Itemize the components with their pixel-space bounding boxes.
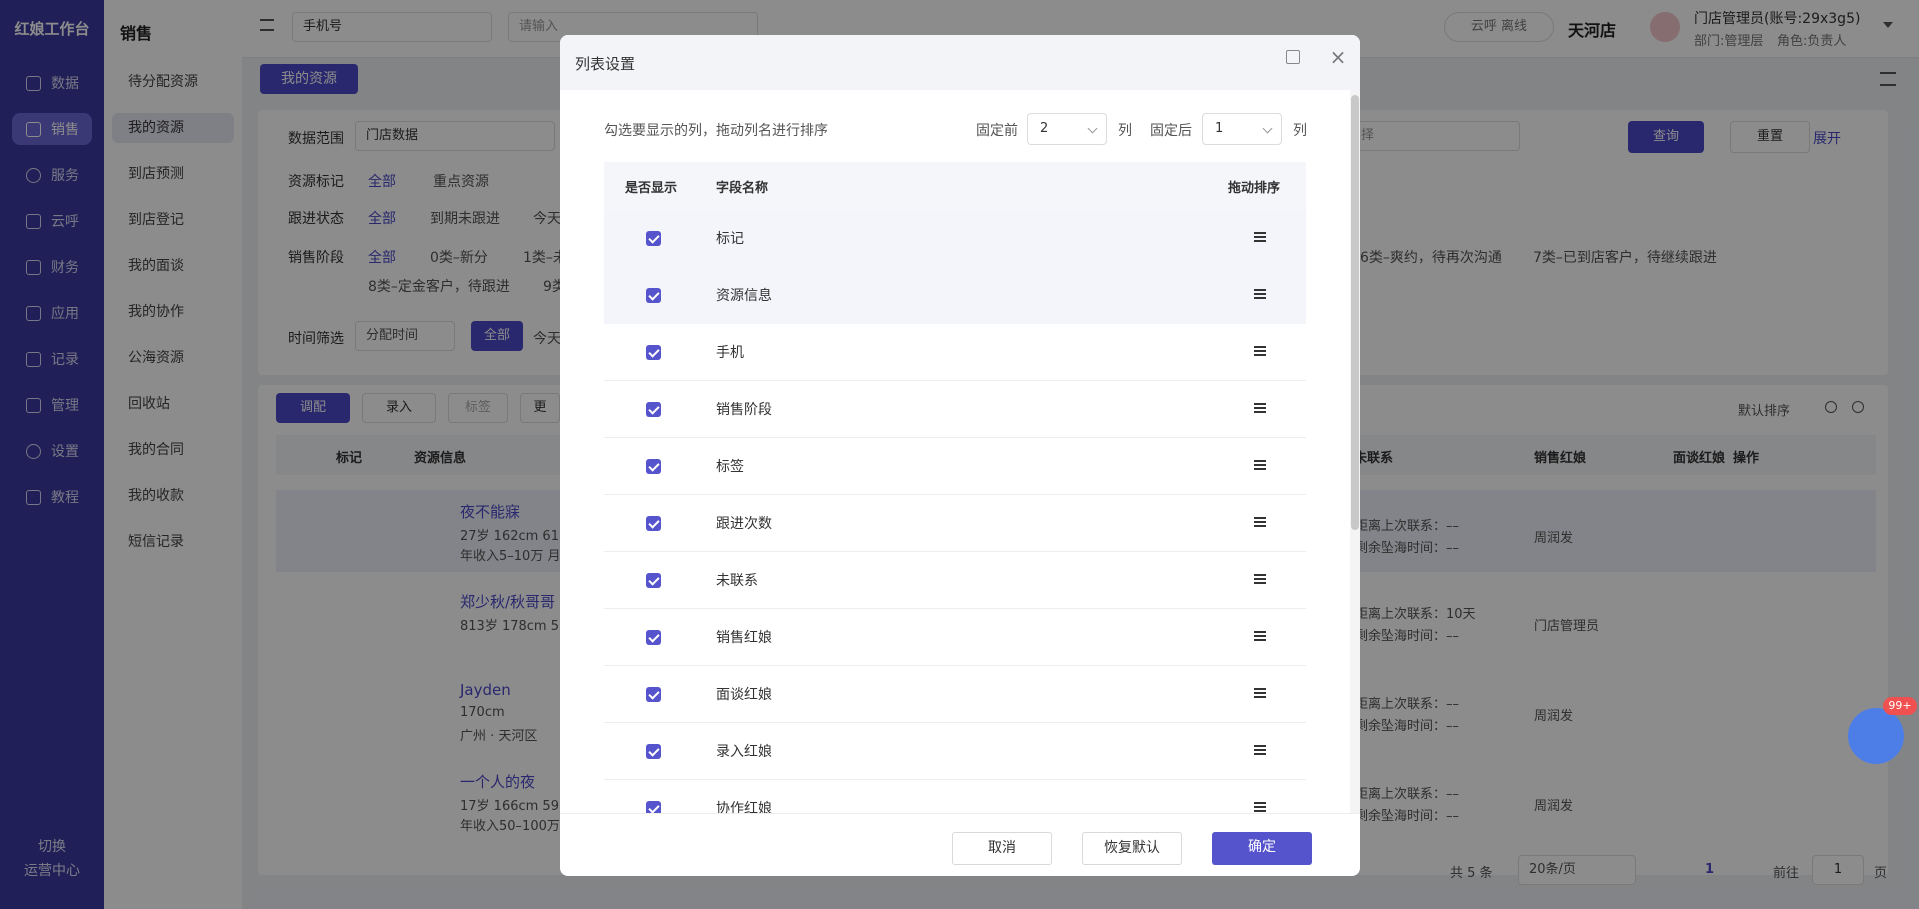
field-row[interactable]: 手机 [604, 324, 1306, 381]
field-name: 标记 [716, 231, 744, 247]
field-row[interactable]: 面谈红娘 [604, 666, 1306, 723]
confirm-button[interactable]: 确定 [1212, 832, 1312, 865]
field-row[interactable]: 跟进次数 [604, 495, 1306, 552]
fix-before-label: 固定前 [976, 123, 1018, 139]
restore-default-button[interactable]: 恢复默认 [1082, 832, 1182, 865]
th-show: 是否显示 [625, 181, 678, 196]
drag-handle-icon[interactable] [1254, 631, 1266, 641]
drag-handle-icon[interactable] [1254, 289, 1266, 299]
drag-handle-icon[interactable] [1254, 346, 1266, 356]
scrollbar-thumb[interactable] [1351, 95, 1359, 530]
show-checkbox[interactable] [646, 402, 661, 417]
notification-badge: 99+ [1883, 697, 1917, 715]
drag-handle-icon[interactable] [1254, 460, 1266, 470]
drag-handle-icon[interactable] [1254, 403, 1266, 413]
show-checkbox[interactable] [646, 231, 661, 246]
chevron-down-icon [1087, 123, 1098, 134]
field-name: 标签 [716, 459, 744, 475]
close-icon[interactable]: × [1328, 47, 1348, 67]
fix-before-select[interactable]: 2 [1027, 113, 1107, 145]
field-row[interactable]: 未联系 [604, 552, 1306, 609]
settings-table-header: 是否显示 字段名称 拖动排序 [604, 162, 1306, 210]
field-name: 录入红娘 [716, 744, 772, 760]
col-unit-label: 列 [1293, 123, 1307, 139]
drag-handle-icon[interactable] [1254, 745, 1266, 755]
th-drag: 拖动排序 [1228, 181, 1281, 196]
chevron-down-icon [1262, 123, 1273, 134]
chat-bot-icon[interactable] [1848, 708, 1904, 764]
fix-before-value: 2 [1040, 121, 1049, 136]
drag-handle-icon[interactable] [1254, 517, 1266, 527]
field-name: 销售红娘 [716, 630, 772, 646]
drag-handle-icon[interactable] [1254, 688, 1266, 698]
field-row[interactable]: 协作红娘 [604, 780, 1306, 813]
field-row[interactable]: 销售红娘 [604, 609, 1306, 666]
fix-after-label: 固定后 [1150, 123, 1192, 139]
show-checkbox[interactable] [646, 630, 661, 645]
field-row[interactable]: 录入红娘 [604, 723, 1306, 780]
cancel-button[interactable]: 取消 [952, 832, 1052, 865]
field-name: 未联系 [716, 573, 758, 589]
show-checkbox[interactable] [646, 744, 661, 759]
show-checkbox[interactable] [646, 687, 661, 702]
show-checkbox[interactable] [646, 459, 661, 474]
show-checkbox[interactable] [646, 573, 661, 588]
show-checkbox[interactable] [646, 345, 661, 360]
field-name: 协作红娘 [716, 801, 772, 813]
show-checkbox[interactable] [646, 516, 661, 531]
field-name: 资源信息 [716, 288, 772, 304]
field-name: 跟进次数 [716, 516, 772, 532]
drag-handle-icon[interactable] [1254, 232, 1266, 242]
dialog-title: 列表设置 [575, 55, 636, 73]
field-row[interactable]: 销售阶段 [604, 381, 1306, 438]
footer-divider [560, 813, 1360, 814]
drag-handle-icon[interactable] [1254, 802, 1266, 812]
show-checkbox[interactable] [646, 288, 661, 303]
fix-after-value: 1 [1215, 121, 1224, 136]
field-row[interactable]: 标记 [604, 210, 1306, 267]
field-row[interactable]: 标签 [604, 438, 1306, 495]
dialog-header [560, 35, 1360, 90]
dialog-hint: 勾选要显示的列，拖动列名进行排序 [604, 123, 828, 139]
fix-after-select[interactable]: 1 [1202, 113, 1282, 145]
drag-handle-icon[interactable] [1254, 574, 1266, 584]
field-row[interactable]: 资源信息 [604, 267, 1306, 324]
field-name: 销售阶段 [716, 402, 772, 418]
fullscreen-icon[interactable] [1286, 50, 1300, 64]
field-name: 面谈红娘 [716, 687, 772, 703]
show-checkbox[interactable] [646, 801, 661, 813]
th-field: 字段名称 [716, 181, 769, 196]
field-name: 手机 [716, 345, 744, 361]
column-settings-dialog: 列表设置 × 勾选要显示的列，拖动列名进行排序 固定前 2 列 固定后 1 列 … [560, 35, 1360, 876]
col-unit-label: 列 [1118, 123, 1132, 139]
